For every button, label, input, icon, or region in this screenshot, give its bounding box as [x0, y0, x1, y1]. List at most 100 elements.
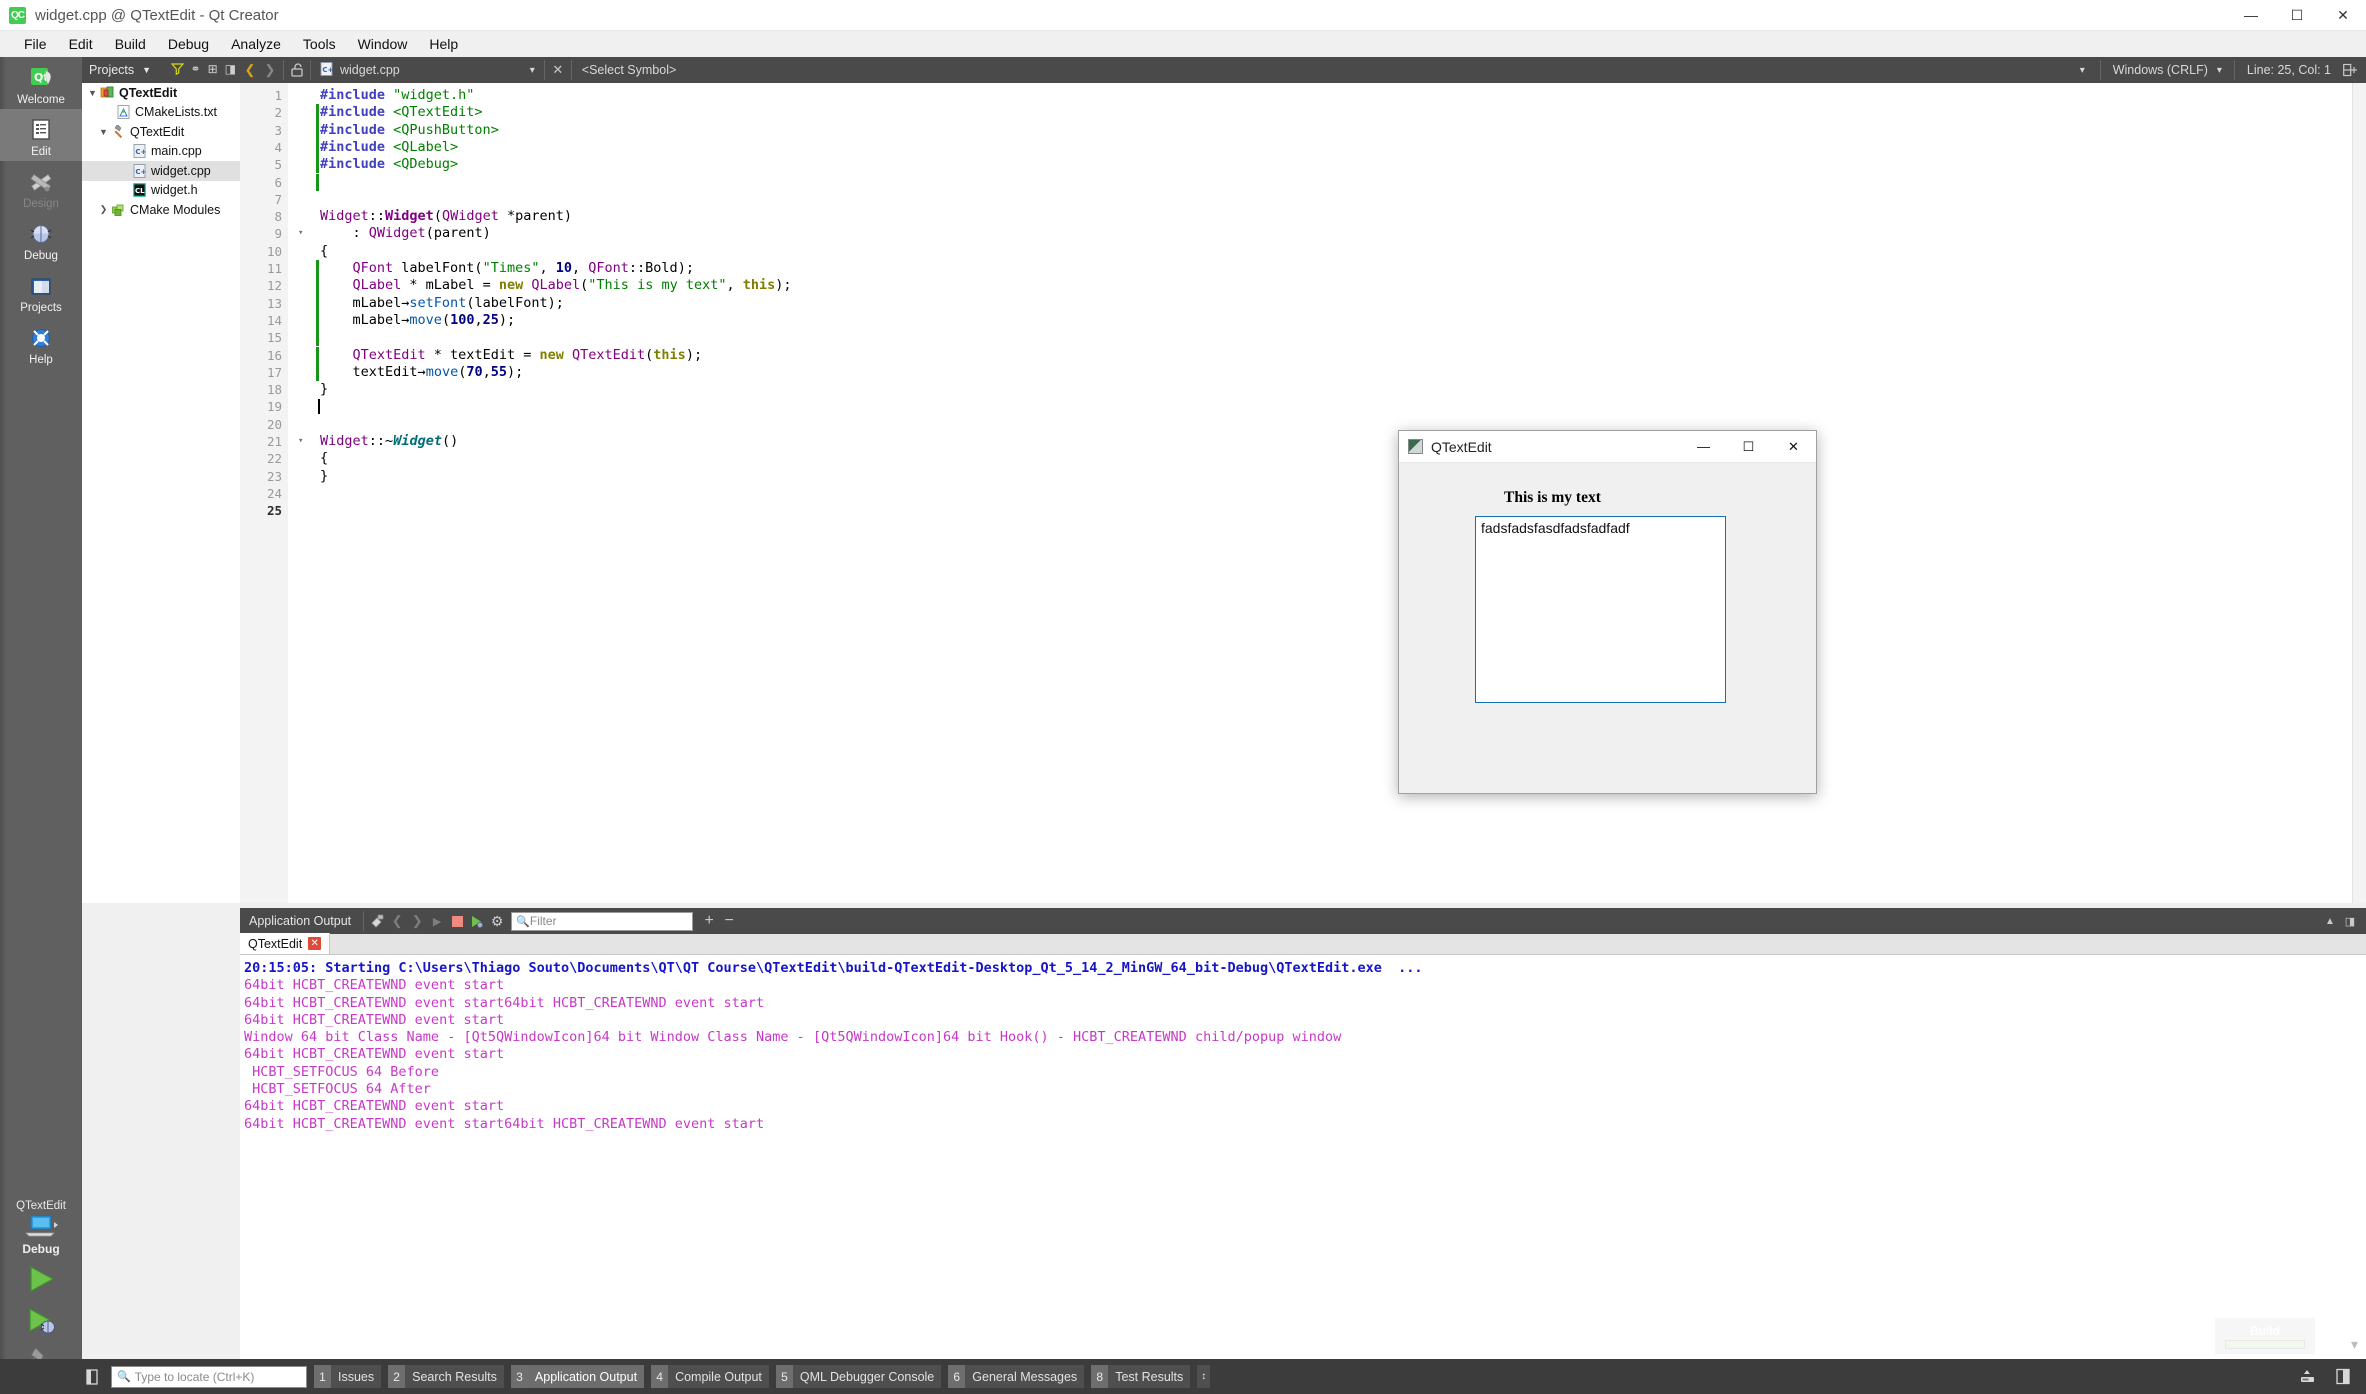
output-filter-input[interactable]: 🔍 Filter [511, 911, 694, 931]
app-close-button[interactable]: ✕ [1771, 431, 1816, 462]
zoom-out-button[interactable]: − [719, 910, 739, 932]
cursor-position-label[interactable]: Line: 25, Col: 1 [2238, 63, 2340, 77]
locator-input[interactable]: 🔍 Type to locate (Ctrl+K) [111, 1365, 307, 1388]
toggle-right-sidebar-button[interactable] [2330, 1365, 2356, 1389]
chevron-down-icon[interactable]: ▾ [530, 65, 535, 76]
line-ending-selector[interactable]: Windows (CRLF) [2104, 63, 2217, 77]
settings-gear-icon[interactable]: ⚙ [487, 910, 507, 932]
code-line[interactable]: } [320, 381, 328, 398]
symbol-selector[interactable]: <Select Symbol> [575, 63, 684, 77]
projects-tree[interactable]: ▼ QTextEdit CMakeLists.txt ▼ QTextEdit C… [82, 83, 240, 903]
close-output-pane-button[interactable]: ◨ [2340, 910, 2360, 932]
open-file-selector[interactable]: C++ widget.cpp ▾ [314, 61, 541, 79]
menu-file[interactable]: File [13, 33, 58, 55]
stop-icon[interactable] [447, 910, 467, 932]
attach-debugger-icon[interactable] [467, 910, 487, 932]
tree-item-qtextedit-target[interactable]: ▼ QTextEdit [82, 122, 240, 142]
code-line[interactable]: mLabel→move(100,25); [320, 312, 516, 329]
progress-details-button[interactable] [2294, 1365, 2320, 1389]
mode-design[interactable]: Design [0, 161, 82, 213]
output-selector-issues[interactable]: 1 Issues [314, 1365, 382, 1388]
close-icon[interactable]: ✕ [308, 937, 322, 950]
tree-item-qtextedit-project[interactable]: ▼ QTextEdit [82, 83, 240, 103]
chevron-down-icon[interactable]: ▼ [97, 127, 110, 137]
mode-welcome[interactable]: Qt Welcome [0, 57, 82, 109]
code-line[interactable]: #include <QPushButton> [320, 122, 499, 139]
code-line[interactable]: #include "widget.h" [320, 87, 474, 104]
navigate-forward-button[interactable]: ❯ [260, 59, 280, 81]
chevron-down-icon[interactable]: ▼ [86, 88, 99, 98]
code-line[interactable]: { [320, 450, 328, 467]
scroll-down-icon[interactable]: ▾ [2351, 1336, 2358, 1353]
fold-column[interactable] [288, 83, 320, 903]
application-output-log[interactable]: 20:15:05: Starting C:\Users\Thiago Souto… [240, 955, 2366, 1359]
mode-edit[interactable]: Edit [0, 109, 82, 161]
output-selector-application-output[interactable]: 3 Application Output [510, 1365, 645, 1388]
code-editor[interactable]: 1 #include "widget.h" 2 #include <QTextEdit… [240, 83, 2366, 903]
close-pane-icon[interactable]: ◨ [225, 62, 236, 78]
prev-item-icon[interactable]: ❮ [387, 910, 407, 932]
code-line[interactable]: Widget::~Widget() [320, 433, 458, 450]
mode-projects[interactable]: Projects [0, 265, 82, 317]
chevron-down-icon[interactable]: ▾ [2080, 65, 2085, 76]
minimize-window-button[interactable]: — [2228, 0, 2274, 31]
fold-marker[interactable]: ▾ [298, 225, 303, 242]
menu-window[interactable]: Window [347, 33, 419, 55]
menu-edit[interactable]: Edit [58, 33, 104, 55]
app-minimize-button[interactable]: — [1681, 431, 1726, 462]
code-line[interactable]: #include <QLabel> [320, 139, 458, 156]
code-line[interactable]: : QWidget(parent) [320, 225, 491, 242]
menu-help[interactable]: Help [418, 33, 469, 55]
close-window-button[interactable]: ✕ [2320, 0, 2366, 31]
tree-item-widget-cpp[interactable]: C++ widget.cpp [82, 161, 240, 181]
menu-analyze[interactable]: Analyze [220, 33, 292, 55]
maximize-output-pane-button[interactable]: ▲ [2320, 910, 2340, 932]
mode-debug[interactable]: Debug [0, 213, 82, 265]
projects-pane-title[interactable]: Projects [89, 63, 134, 77]
next-item-icon[interactable]: ❯ [407, 910, 427, 932]
kit-selector-button[interactable]: QTextEdit Debug [0, 1194, 82, 1258]
run-icon[interactable]: ▶ [427, 910, 447, 932]
filter-icon[interactable] [170, 62, 184, 78]
chevron-right-icon[interactable]: ❯ [97, 204, 110, 215]
fold-marker[interactable]: ▾ [298, 433, 303, 450]
tree-item-cmakelists[interactable]: CMakeLists.txt [82, 103, 240, 123]
unlocked-padlock-icon[interactable] [287, 59, 307, 81]
tree-item-widget-h[interactable]: CL widget.h [82, 181, 240, 201]
chevron-down-icon[interactable]: ▾ [2217, 65, 2222, 76]
menu-build[interactable]: Build [104, 33, 157, 55]
editor-scrollbar[interactable] [2352, 83, 2366, 903]
app-textedit-field[interactable]: fadsfadsfasdfadsfadfadf [1475, 516, 1726, 703]
code-line[interactable]: mLabel→setFont(labelFont); [320, 295, 564, 312]
link-icon[interactable]: ⚭ [191, 62, 201, 78]
tree-item-cmake-modules[interactable]: ❯ CMake Modules [82, 200, 240, 220]
output-tab-qtextedit[interactable]: QTextEdit ✕ [240, 933, 331, 954]
code-line[interactable]: QFont labelFont("Times", 10, QFont::Bold… [320, 260, 694, 277]
code-line[interactable]: #include <QTextEdit> [320, 104, 483, 121]
output-selector-test-results[interactable]: 8 Test Results [1091, 1365, 1191, 1388]
zoom-in-button[interactable]: + [699, 910, 719, 932]
output-selector-compile-output[interactable]: 4 Compile Output [651, 1365, 769, 1388]
code-line[interactable]: { [320, 243, 328, 260]
code-line[interactable]: textEdit→move(70,55); [320, 364, 524, 381]
navigate-back-button[interactable]: ❮ [240, 59, 260, 81]
code-line[interactable]: Widget::Widget(QWidget *parent) [320, 208, 572, 225]
maximize-window-button[interactable]: ☐ [2274, 0, 2320, 31]
code-line[interactable]: QLabel * mLabel = new QLabel("This is my… [320, 277, 792, 294]
chevron-down-icon[interactable]: ▼ [142, 65, 151, 75]
code-line[interactable]: QTextEdit * textEdit = new QTextEdit(thi… [320, 347, 703, 364]
close-document-button[interactable]: ✕ [548, 59, 568, 81]
output-selector-stepper[interactable]: ↕ [1197, 1365, 1211, 1388]
output-selector-search-results[interactable]: 2 Search Results [388, 1365, 504, 1388]
menu-tools[interactable]: Tools [292, 33, 347, 55]
tree-item-main-cpp[interactable]: C++ main.cpp [82, 142, 240, 162]
app-maximize-button[interactable]: ☐ [1726, 431, 1771, 462]
split-add-icon[interactable]: ⊞ [208, 62, 218, 78]
output-selector-general-messages[interactable]: 6 General Messages [948, 1365, 1085, 1388]
qtextedit-app-window[interactable]: QTextEdit — ☐ ✕ This is my text fadsfads… [1398, 430, 1817, 794]
clear-output-icon[interactable] [367, 910, 387, 932]
code-line[interactable]: } [320, 468, 328, 485]
mode-help[interactable]: Help [0, 317, 82, 369]
toggle-sidebar-button[interactable] [78, 1363, 106, 1391]
start-debugging-button[interactable] [0, 1300, 82, 1342]
